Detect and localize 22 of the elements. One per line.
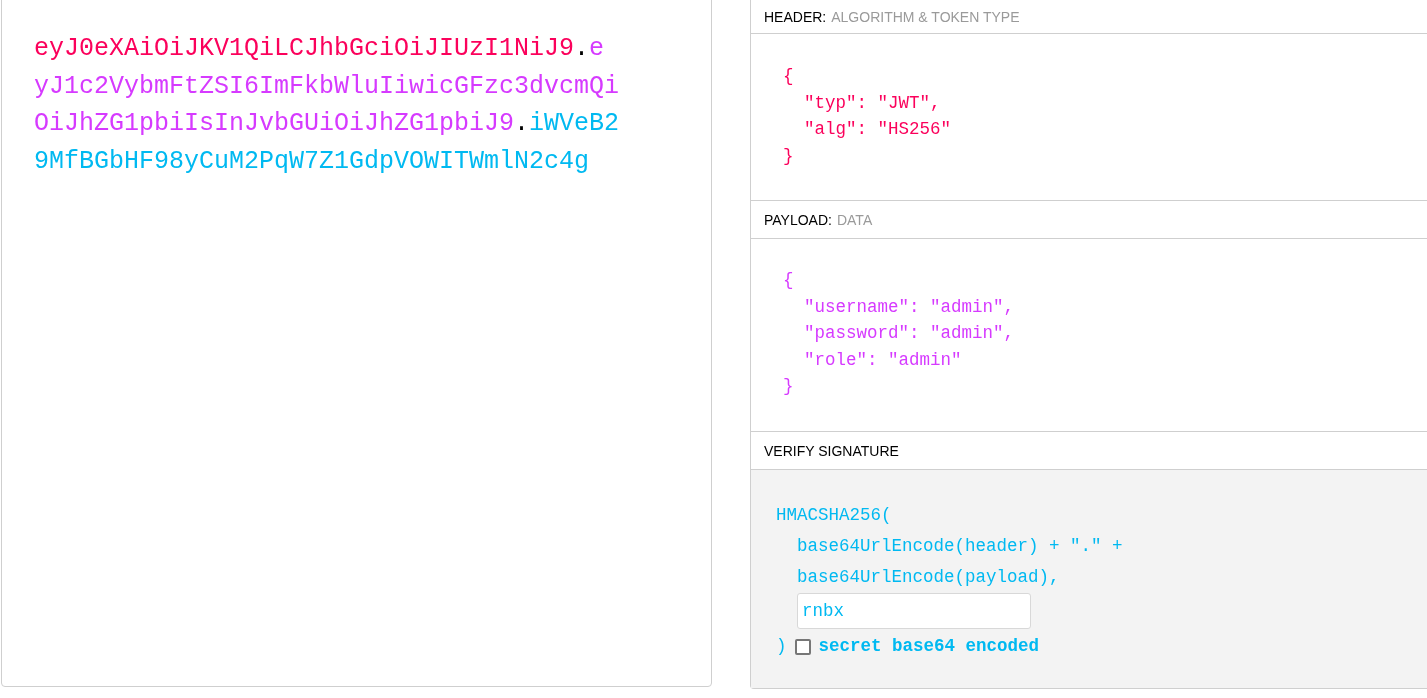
code-line: base64UrlEncode(header) + "." +: [797, 535, 1123, 558]
section-title: HEADER:: [764, 8, 827, 25]
json-line[interactable]: "username": "admin",: [804, 293, 1015, 320]
section-subtitle: ALGORITHM & TOKEN TYPE: [831, 8, 1020, 25]
checkbox[interactable]: [794, 638, 811, 655]
checkbox-label[interactable]: secret base64 encoded: [818, 631, 1040, 662]
json-line[interactable]: "typ": "JWT",: [804, 89, 941, 116]
json-line[interactable]: {: [783, 267, 794, 294]
json-line[interactable]: "role": "admin": [804, 346, 962, 373]
section-title: PAYLOAD:: [764, 211, 832, 228]
encoded-token-text[interactable]: eyJ0eXAiOiJKV1QiLCJhbGciOiJIUzI1NiJ9.eyJ1c2VybmFtZSI6ImFkbWluIiwicGFzc3dvcmQiOiJhZG1pbiIsInJvbGUiOiJhZG1pbiJ9.iWVeB29MfBGbHF98yCuM2PqW7Z1GdpVOWITWmlN2c4g: [34, 30, 620, 180]
json-line[interactable]: }: [783, 373, 794, 400]
json-line[interactable]: {: [783, 63, 794, 90]
code-line: base64UrlEncode(payload),: [797, 566, 1060, 589]
code-line: ): [776, 635, 787, 658]
section-subtitle: DATA: [836, 211, 873, 228]
secret-input-field[interactable]: rnbx: [797, 593, 1031, 629]
json-line[interactable]: "alg": "HS256": [804, 116, 952, 143]
json-line[interactable]: }: [783, 142, 794, 169]
code-line: HMACSHA256(: [776, 504, 892, 527]
section-title: VERIFY SIGNATURE: [764, 442, 899, 459]
json-line[interactable]: "password": "admin",: [804, 320, 1015, 347]
